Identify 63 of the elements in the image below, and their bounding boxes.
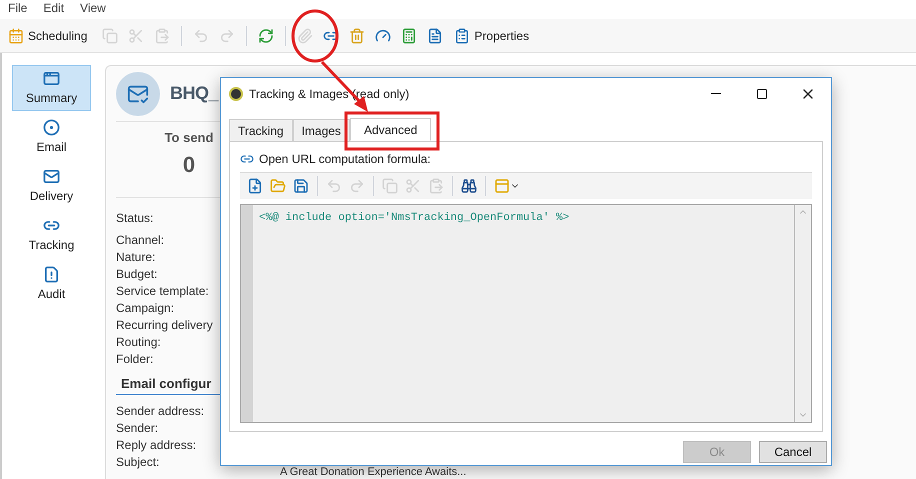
field-label: Campaign: [116, 300, 174, 317]
window-icon [43, 70, 60, 86]
formula-label: Open URL computation formula: [259, 151, 431, 168]
field-label: Sender: [116, 420, 158, 436]
scissors-icon [405, 178, 421, 194]
sidebar-item[interactable]: Summary [12, 65, 91, 111]
sidebar-item[interactable]: Tracking [12, 212, 91, 258]
binoculars-icon [461, 178, 477, 194]
menu-item[interactable]: File [8, 0, 28, 17]
document-icon [43, 266, 60, 282]
redo-icon [219, 28, 236, 44]
annotation-circle [292, 10, 338, 62]
properties-button[interactable]: Properties [454, 26, 530, 44]
minimize-icon [711, 93, 721, 94]
paste-icon [154, 28, 170, 44]
field-label: Routing: [116, 334, 161, 351]
refresh-icon [258, 28, 274, 44]
to-send-count: 0 [182, 150, 196, 178]
field-label: Service template: [116, 283, 209, 300]
clipboard-icon [454, 28, 470, 44]
copy-icon [382, 178, 398, 194]
maximize-icon [756, 88, 768, 100]
field-label: Budget: [116, 266, 158, 283]
sidebar-item[interactable]: Audit [12, 261, 91, 307]
menu-item[interactable]: Edit [43, 0, 64, 17]
undo-icon [326, 178, 342, 194]
field-label: Status: [116, 210, 154, 227]
tab[interactable]: Advanced [350, 118, 432, 141]
scheduling-button[interactable]: Scheduling [8, 26, 88, 44]
scissors-icon [128, 28, 144, 44]
tab[interactable]: Tracking [229, 119, 293, 142]
redo-icon [349, 178, 365, 194]
dialog-button[interactable]: Cancel [759, 441, 827, 463]
field-label: Folder: [116, 351, 154, 368]
calculator-icon [401, 28, 418, 44]
paste-icon [428, 178, 444, 194]
field-label: Channel: [116, 232, 164, 249]
field-label: Sender address: [116, 402, 204, 420]
gauge-icon [375, 28, 392, 44]
code-line: <%@ include option='NmsTracking_OpenFormula' %> [259, 212, 570, 224]
menu-item[interactable]: View [80, 0, 106, 17]
field-label: Subject: [116, 454, 160, 470]
to-send-label: To send [164, 129, 214, 147]
envelope-icon [43, 168, 60, 184]
template-icon [494, 178, 510, 194]
document-icon [427, 28, 444, 44]
field-label: Nature: [116, 249, 156, 266]
app-logo [229, 86, 243, 100]
subject-value: A Great Donation Experience Awaits... [280, 466, 466, 479]
sidebar-item[interactable]: Delivery [12, 163, 91, 209]
delivery-title: BHQ_ [170, 82, 218, 105]
undo-icon [193, 28, 210, 44]
save-icon [293, 178, 309, 194]
sidebar-item[interactable]: Email [12, 114, 91, 160]
paperclip-icon [297, 28, 314, 44]
new-file-icon [247, 178, 263, 194]
folder-icon [270, 178, 286, 194]
bin-icon [349, 28, 366, 44]
field-label: Reply address: [116, 436, 196, 454]
ring-icon [43, 118, 60, 136]
copy-icon [102, 28, 118, 44]
calendar-icon [8, 28, 24, 44]
field-label: Recurring delivery [116, 317, 213, 334]
